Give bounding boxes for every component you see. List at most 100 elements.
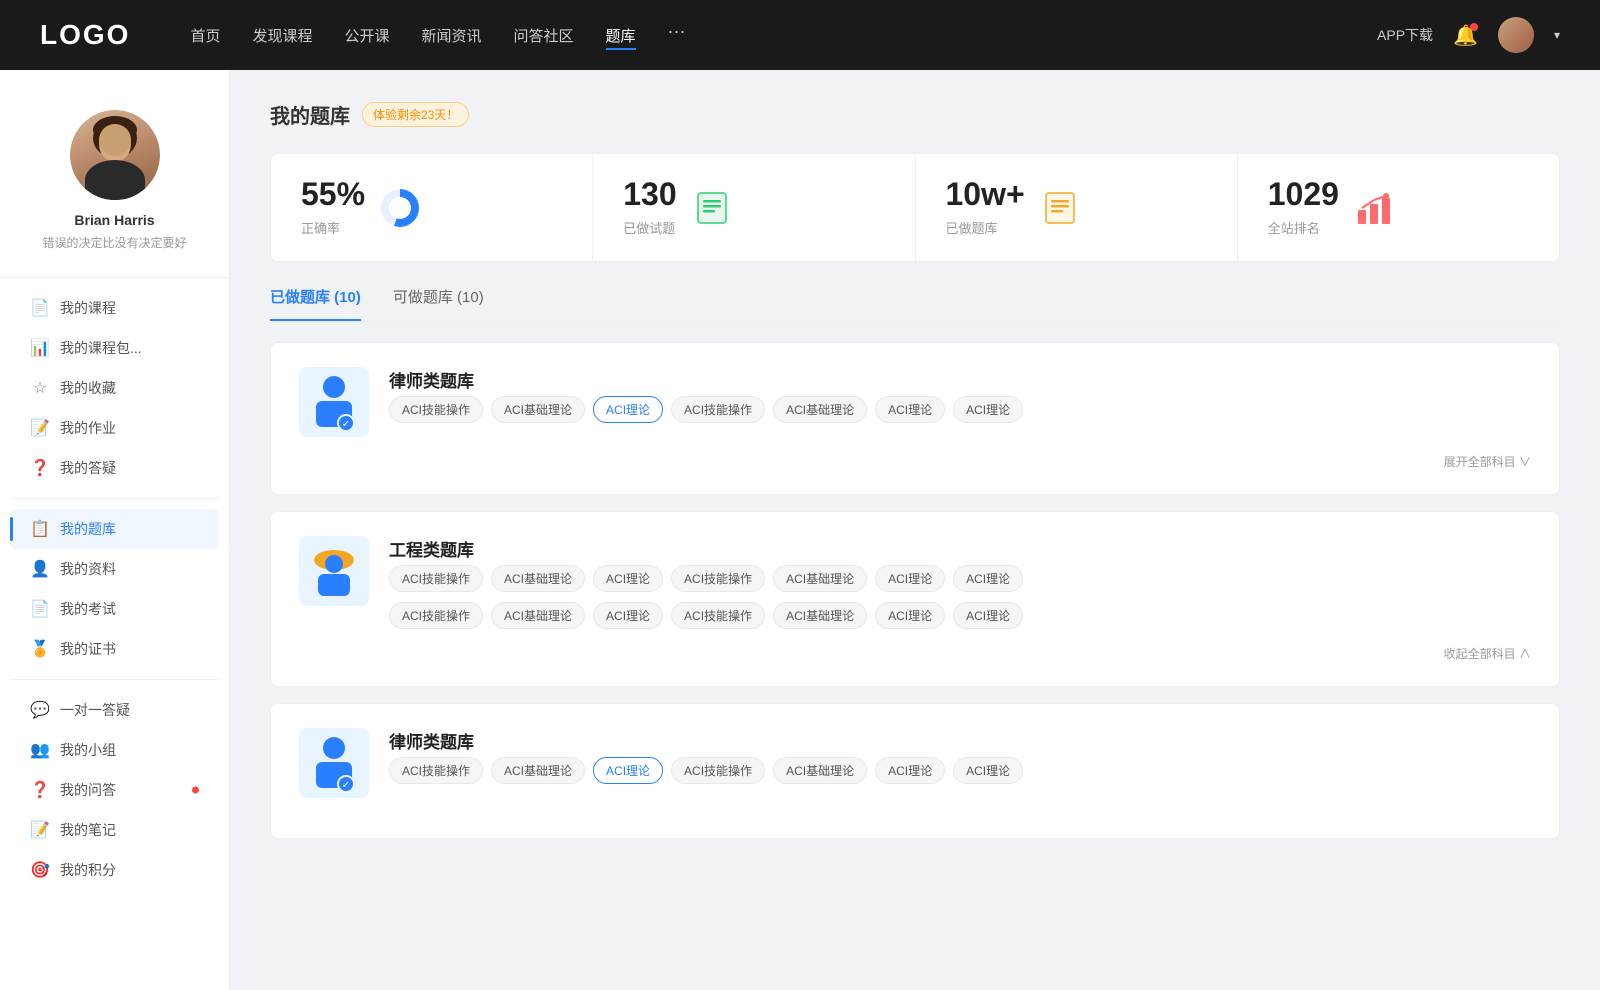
lawyer-svg-icon-2: ✓ [308, 734, 360, 792]
menu-label: 我的笔记 [60, 820, 116, 840]
tag-item[interactable]: ACI理论 [953, 757, 1023, 784]
stat-done-banks: 10w+ 已做题库 [916, 154, 1238, 261]
sidebar-divider-3 [10, 679, 219, 680]
menu-profile[interactable]: 👤 我的资料 [10, 549, 219, 589]
accuracy-donut-icon [381, 189, 419, 227]
menu-points[interactable]: 🎯 我的积分 [10, 850, 219, 890]
tag-item[interactable]: ACI理论 [875, 565, 945, 592]
nav-home[interactable]: 首页 [190, 21, 220, 50]
tag-item[interactable]: ACI基础理论 [491, 602, 585, 629]
tags-section-1: 律师类题库 ACI技能操作 ACI基础理论 ACI理论 ACI技能操作 ACI基… [389, 367, 1531, 423]
points-icon: 🎯 [30, 860, 50, 880]
menu-label: 我的小组 [60, 740, 116, 760]
tag-item[interactable]: ACI理论 [953, 565, 1023, 592]
qbank-icon-wrap-2 [299, 536, 369, 606]
user-motto: 错误的决定比没有决定要好 [0, 234, 229, 251]
menu-my-courses[interactable]: 📄 我的课程 [10, 288, 219, 328]
qbank-card-lawyer-1: ✓ 律师类题库 ACI技能操作 ACI基础理论 ACI理论 ACI技能操作 AC… [270, 342, 1560, 495]
tag-item[interactable]: ACI技能操作 [389, 396, 483, 423]
collapse-link-2[interactable]: 收起全部科目 ∧ [299, 645, 1531, 662]
rank-value: 1029 [1268, 178, 1339, 210]
menu-course-packages[interactable]: 📊 我的课程包... [10, 328, 219, 368]
qbank-card-engineer: 工程类题库 ACI技能操作 ACI基础理论 ACI理论 ACI技能操作 ACI基… [270, 511, 1560, 687]
menu-homework[interactable]: 📝 我的作业 [10, 408, 219, 448]
menu-label: 我的证书 [60, 639, 116, 659]
expand-link-1[interactable]: 展开全部科目 ∨ [299, 453, 1531, 470]
nav-qa[interactable]: 问答社区 [514, 21, 574, 50]
content-area: 我的题库 体验剩余23天！ 55% 正确率 130 已做试题 [230, 70, 1600, 990]
tag-item[interactable]: ACI技能操作 [671, 602, 765, 629]
qbank-title-3: 律师类题库 [389, 728, 1531, 753]
homework-icon: 📝 [30, 418, 50, 438]
tab-done-banks[interactable]: 已做题库 (10) [270, 286, 361, 321]
menu-exams[interactable]: 📄 我的考试 [10, 589, 219, 629]
tag-item[interactable]: ACI技能操作 [389, 757, 483, 784]
avatar-inner [70, 110, 160, 200]
menu-label: 我的问答 [60, 780, 116, 800]
tag-item[interactable]: ACI理论 [875, 396, 945, 423]
tag-item-active[interactable]: ACI理论 [593, 396, 663, 423]
tag-item[interactable]: ACI理论 [593, 602, 663, 629]
tag-item[interactable]: ACI基础理论 [491, 757, 585, 784]
sidebar: Brian Harris 错误的决定比没有决定要好 📄 我的课程 📊 我的课程包… [0, 70, 230, 990]
menu-qbank[interactable]: 📋 我的题库 [10, 509, 219, 549]
tag-item[interactable]: ACI基础理论 [773, 396, 867, 423]
menu-favorites[interactable]: ☆ 我的收藏 [10, 368, 219, 408]
menu-groups[interactable]: 👥 我的小组 [10, 730, 219, 770]
page-title: 我的题库 [270, 100, 350, 129]
navbar: LOGO 首页 发现课程 公开课 新闻资讯 问答社区 题库 ··· APP下载 … [0, 0, 1600, 70]
sidebar-divider-2 [10, 498, 219, 499]
tags-row-3: ACI技能操作 ACI基础理论 ACI理论 ACI技能操作 ACI基础理论 AC… [389, 757, 1531, 784]
menu-label: 我的课程 [60, 298, 116, 318]
tag-item[interactable]: ACI基础理论 [773, 565, 867, 592]
menu-notes[interactable]: 📝 我的笔记 [10, 810, 219, 850]
logo: LOGO [40, 19, 130, 51]
nav-open-course[interactable]: 公开课 [344, 21, 389, 50]
tag-item[interactable]: ACI技能操作 [389, 602, 483, 629]
nav-more[interactable]: ··· [668, 21, 686, 50]
my-qa-icon: ❓ [30, 458, 50, 478]
nav-app-download[interactable]: APP下载 [1377, 25, 1433, 45]
tag-item[interactable]: ACI理论 [875, 757, 945, 784]
course-packages-icon: 📊 [30, 338, 50, 358]
accuracy-label: 正确率 [301, 218, 365, 237]
menu-my-qa[interactable]: ❓ 我的答疑 [10, 448, 219, 488]
1on1-icon: 💬 [30, 700, 50, 720]
nav-discover[interactable]: 发现课程 [252, 21, 312, 50]
tag-item[interactable]: ACI基础理论 [491, 396, 585, 423]
user-avatar-nav[interactable] [1498, 17, 1534, 53]
menu-label: 我的收藏 [60, 378, 116, 398]
menu-certificate[interactable]: 🏅 我的证书 [10, 629, 219, 669]
stat-rank: 1029 全站排名 [1238, 154, 1559, 261]
tag-item[interactable]: ACI基础理论 [491, 565, 585, 592]
tag-item[interactable]: ACI基础理论 [773, 757, 867, 784]
tag-item[interactable]: ACI技能操作 [671, 565, 765, 592]
tag-item[interactable]: ACI理论 [593, 565, 663, 592]
tab-available-banks[interactable]: 可做题库 (10) [393, 286, 484, 321]
tag-item[interactable]: ACI技能操作 [389, 565, 483, 592]
done-questions-icon [693, 189, 731, 227]
bell-icon[interactable]: 🔔 [1453, 23, 1478, 48]
menu-1on1-qa[interactable]: 💬 一对一答疑 [10, 690, 219, 730]
tag-item[interactable]: ACI理论 [953, 602, 1023, 629]
tag-item[interactable]: ACI技能操作 [671, 396, 765, 423]
nav-qbank[interactable]: 题库 [606, 21, 636, 50]
tag-item-active[interactable]: ACI理论 [593, 757, 663, 784]
tags-section-3: 律师类题库 ACI技能操作 ACI基础理论 ACI理论 ACI技能操作 ACI基… [389, 728, 1531, 784]
tag-item[interactable]: ACI理论 [875, 602, 945, 629]
tag-item[interactable]: ACI理论 [953, 396, 1023, 423]
nav-news[interactable]: 新闻资讯 [422, 21, 482, 50]
avatar-svg [70, 110, 160, 200]
stat-done-questions: 130 已做试题 [593, 154, 915, 261]
dropdown-arrow[interactable]: ▾ [1554, 28, 1560, 42]
tag-item[interactable]: ACI技能操作 [671, 757, 765, 784]
avatar-wrap [70, 110, 160, 200]
notification-dot [1470, 23, 1478, 31]
qbank-icon-wrap-1: ✓ [299, 367, 369, 437]
profile-icon: 👤 [30, 559, 50, 579]
tag-item[interactable]: ACI基础理论 [773, 602, 867, 629]
menu-questions[interactable]: ❓ 我的问答 [10, 770, 219, 810]
main-layout: Brian Harris 错误的决定比没有决定要好 📄 我的课程 📊 我的课程包… [0, 70, 1600, 990]
svg-text:✓: ✓ [342, 780, 350, 791]
page-header: 我的题库 体验剩余23天！ [270, 100, 1560, 129]
